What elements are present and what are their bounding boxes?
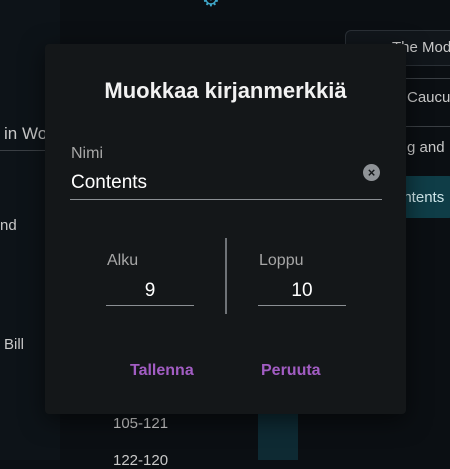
- background-text: g and: [407, 139, 445, 156]
- name-input[interactable]: Contents: [71, 172, 147, 194]
- background-text: nd: [0, 217, 17, 234]
- end-page-input[interactable]: 10: [258, 280, 346, 302]
- background-text: Caucu: [407, 89, 450, 106]
- background-text: in Wo: [4, 124, 48, 143]
- start-input-underline: [106, 305, 194, 306]
- field-divider: [225, 238, 227, 314]
- name-label: Nimi: [71, 145, 103, 162]
- name-input-underline: [70, 199, 382, 200]
- background-divider: [406, 126, 450, 127]
- background-text: Bill: [4, 336, 25, 353]
- background-page-range: 122-120: [113, 452, 169, 469]
- cancel-button[interactable]: Peruuta: [261, 362, 321, 380]
- background-page-range: 105-121: [113, 415, 169, 432]
- background-divider: [0, 150, 48, 151]
- background-stripe: [258, 414, 298, 460]
- end-input-underline: [258, 305, 346, 306]
- start-page-input[interactable]: 9: [106, 280, 194, 302]
- edit-bookmark-dialog: Muokkaa kirjanmerkkiä Nimi Contents × Al…: [45, 44, 406, 414]
- save-button[interactable]: Tallenna: [130, 362, 194, 380]
- dialog-title: Muokkaa kirjanmerkkiä: [104, 78, 347, 103]
- background-divider: [406, 78, 450, 79]
- end-label: Loppu: [259, 252, 304, 269]
- start-label: Alku: [107, 252, 139, 269]
- gear-icon: ⚙: [202, 0, 220, 11]
- close-circle-icon[interactable]: ×: [363, 164, 380, 181]
